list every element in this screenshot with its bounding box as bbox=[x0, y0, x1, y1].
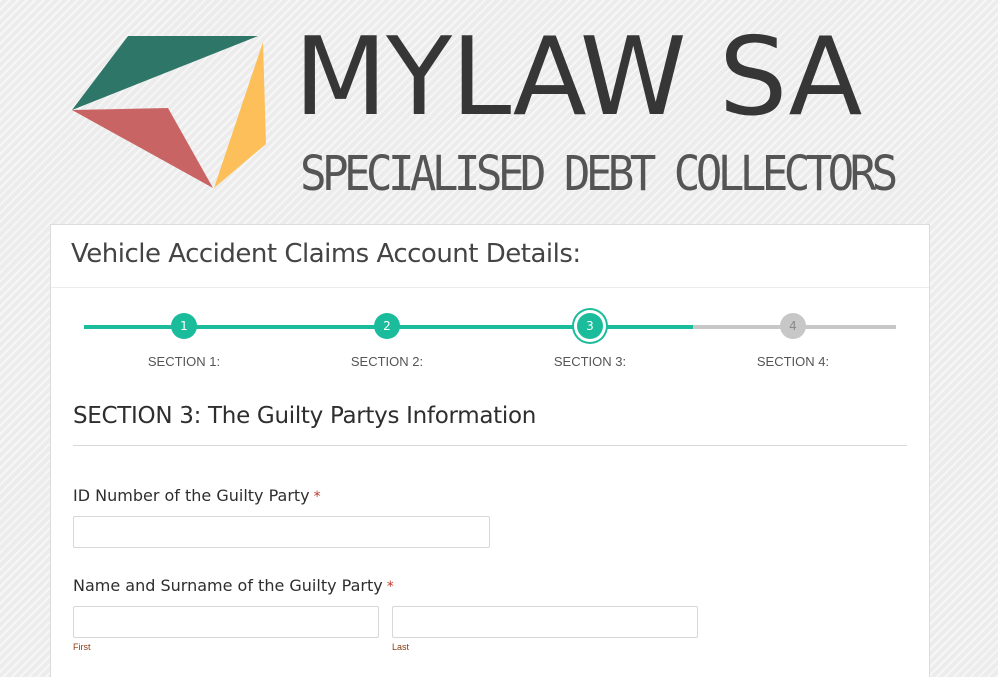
step-4-dot: 4 bbox=[780, 313, 806, 339]
last-name-sublabel: Last bbox=[392, 642, 410, 652]
step-4-label: SECTION 4: bbox=[756, 354, 830, 369]
form-title: Vehicle Accident Claims Account Details: bbox=[71, 239, 581, 269]
last-name-input[interactable] bbox=[392, 606, 698, 638]
required-marker: * bbox=[313, 489, 321, 505]
id-number-label-text: ID Number of the Guilty Party bbox=[73, 486, 310, 505]
section-title: SECTION 3: The Guilty Partys Information bbox=[73, 403, 907, 446]
name-label: Name and Surname of the Guilty Party * bbox=[73, 576, 394, 595]
first-name-sublabel: First bbox=[73, 642, 91, 652]
first-name-input[interactable] bbox=[73, 606, 379, 638]
step-2-dot: 2 bbox=[374, 313, 400, 339]
form-card: Vehicle Accident Claims Account Details:… bbox=[50, 224, 930, 677]
logo-title: MYLAW SA bbox=[294, 15, 862, 140]
name-label-text: Name and Surname of the Guilty Party bbox=[73, 576, 383, 595]
form-header: Vehicle Accident Claims Account Details: bbox=[51, 225, 929, 288]
step-2-label: SECTION 2: bbox=[350, 354, 424, 369]
required-marker: * bbox=[386, 579, 394, 595]
site-logo: MYLAW SA SPECIALISED DEBT COLLECTORS bbox=[0, 0, 998, 220]
step-2[interactable]: 2 SECTION 2: bbox=[287, 288, 487, 383]
step-3[interactable]: 3 SECTION 3: bbox=[490, 288, 690, 383]
id-number-input[interactable] bbox=[73, 516, 490, 548]
id-number-label: ID Number of the Guilty Party * bbox=[73, 486, 321, 505]
step-1-dot: 1 bbox=[171, 313, 197, 339]
step-4[interactable]: 4 SECTION 4: bbox=[693, 288, 893, 383]
logo-subtitle: SPECIALISED DEBT COLLECTORS bbox=[300, 146, 898, 202]
step-3-label: SECTION 3: bbox=[553, 354, 627, 369]
progress-steps: 1 SECTION 1: 2 SECTION 2: 3 SECTION 3: 4… bbox=[51, 288, 931, 383]
logo-mark-icon bbox=[72, 36, 266, 188]
step-1-label: SECTION 1: bbox=[147, 354, 221, 369]
step-3-dot: 3 bbox=[577, 313, 603, 339]
step-1[interactable]: 1 SECTION 1: bbox=[84, 288, 284, 383]
